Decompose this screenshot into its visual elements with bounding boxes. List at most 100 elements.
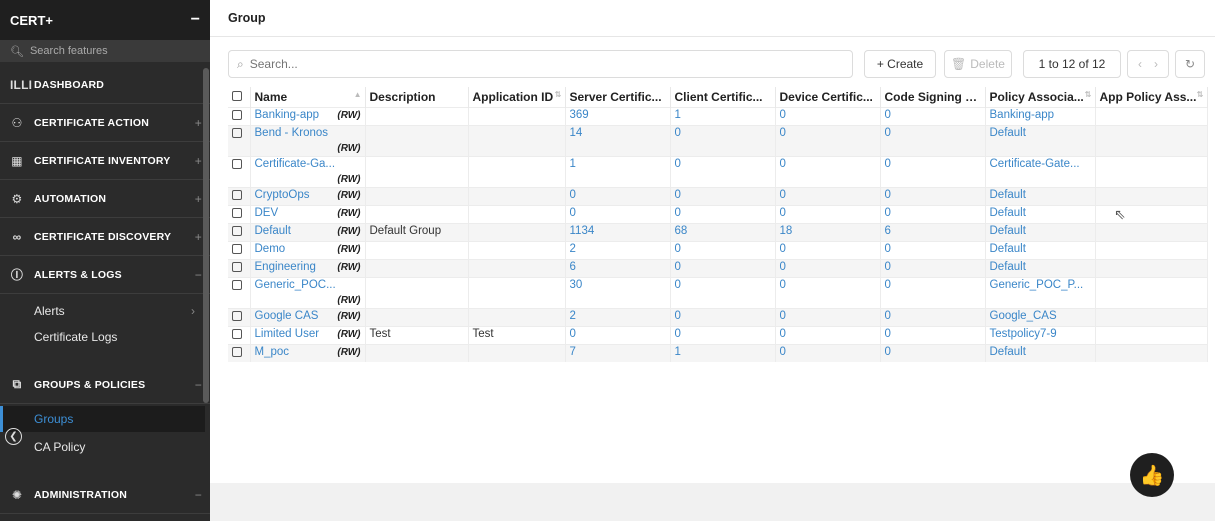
sidebar-scrollbar[interactable]: [203, 68, 209, 403]
cell-server[interactable]: 1: [565, 155, 671, 187]
cell-policy[interactable]: Default: [985, 204, 1096, 223]
cell-server[interactable]: 7: [565, 343, 671, 362]
cell-apppol[interactable]: [1095, 343, 1208, 362]
expand-toggle-icon[interactable]: −: [195, 378, 202, 392]
cell-policy[interactable]: Default: [985, 258, 1096, 277]
column-header-server-certificates[interactable]: Server Certific...: [565, 87, 671, 107]
row-checkbox[interactable]: [228, 222, 251, 241]
sidebar-section-groups-policies[interactable]: ⧉ GROUPS & POLICIES −: [0, 366, 210, 404]
cell-server[interactable]: 1134: [565, 222, 671, 241]
cell-policy[interactable]: Default: [985, 240, 1096, 259]
table-row[interactable]: CryptoOps (RW) 0 0 0 0 Default: [228, 186, 1208, 205]
row-checkbox[interactable]: [228, 186, 251, 205]
cell-client[interactable]: 1: [670, 106, 776, 125]
column-header-application-id[interactable]: Application ID ⇅: [468, 87, 566, 107]
cell-code[interactable]: 0: [880, 106, 986, 125]
row-checkbox[interactable]: [228, 258, 251, 277]
cell-device[interactable]: 18: [775, 222, 881, 241]
cell-code[interactable]: 0: [880, 343, 986, 362]
cell-device[interactable]: 0: [775, 307, 881, 326]
cell-code[interactable]: 0: [880, 204, 986, 223]
group-name-link[interactable]: Default: [255, 225, 291, 237]
feature-search-input[interactable]: Search features: [30, 45, 108, 57]
cell-server[interactable]: 14: [565, 124, 671, 156]
back-circle-icon[interactable]: ❮: [5, 428, 22, 445]
cell-server[interactable]: 0: [565, 186, 671, 205]
sidebar-item-groups[interactable]: Groups: [0, 406, 205, 432]
refresh-button[interactable]: ↻: [1175, 50, 1205, 78]
sidebar-section-certificate-action[interactable]: ⚇ CERTIFICATE ACTION +: [0, 104, 210, 142]
cell-device[interactable]: 0: [775, 325, 881, 344]
column-header-description[interactable]: Description: [365, 87, 469, 107]
table-row[interactable]: Bend - Kronos (RW) 14 0 0 0 Default: [228, 124, 1208, 156]
cell-code[interactable]: 0: [880, 307, 986, 326]
cell-apppol[interactable]: [1095, 325, 1208, 344]
expand-toggle-icon[interactable]: +: [195, 192, 202, 206]
column-header-policy-association[interactable]: Policy Associa... ⇅: [985, 87, 1096, 107]
cell-device[interactable]: 0: [775, 240, 881, 259]
sidebar-section-automation[interactable]: ⚙ AUTOMATION +: [0, 180, 210, 218]
cell-apppol[interactable]: [1095, 222, 1208, 241]
expand-toggle-icon[interactable]: −: [195, 268, 202, 282]
expand-toggle-icon[interactable]: +: [195, 230, 202, 244]
cell-code[interactable]: 0: [880, 276, 986, 308]
row-checkbox[interactable]: [228, 276, 251, 308]
cell-client[interactable]: 0: [670, 155, 776, 187]
cell-policy[interactable]: Generic_POC_P...: [985, 276, 1096, 308]
cell-code[interactable]: 0: [880, 186, 986, 205]
row-checkbox[interactable]: [228, 325, 251, 344]
cell-code[interactable]: 0: [880, 325, 986, 344]
cell-policy[interactable]: Default: [985, 124, 1096, 156]
feedback-thumbs-up-icon[interactable]: 👍: [1130, 453, 1174, 497]
row-checkbox[interactable]: [228, 240, 251, 259]
table-row[interactable]: Certificate-Ga... (RW) 1 0 0 0 Certificate-Gat…: [228, 155, 1208, 187]
table-row[interactable]: M_poc (RW) 7 1 0 0 Default: [228, 343, 1208, 362]
table-row[interactable]: Limited User (RW) Test Test 0 0 0 0 Testpolicy7-…: [228, 325, 1208, 344]
cell-device[interactable]: 0: [775, 106, 881, 125]
cell-code[interactable]: 0: [880, 155, 986, 187]
group-name-link[interactable]: Demo: [255, 243, 286, 255]
cell-client[interactable]: 68: [670, 222, 776, 241]
row-checkbox[interactable]: [228, 155, 251, 187]
group-name-link[interactable]: CryptoOps: [255, 189, 310, 201]
table-row[interactable]: DEV (RW) 0 0 0 0 Default: [228, 204, 1208, 223]
table-row[interactable]: Banking-app (RW) 369 1 0 0 Banking-app: [228, 106, 1208, 125]
cell-code[interactable]: 6: [880, 222, 986, 241]
cell-apppol[interactable]: [1095, 155, 1208, 187]
sidebar-item-ca-policy[interactable]: CA Policy: [0, 434, 205, 460]
cell-apppol[interactable]: [1095, 240, 1208, 259]
sidebar-item-certificate-logs[interactable]: Certificate Logs: [0, 324, 205, 350]
cell-apppol[interactable]: [1095, 307, 1208, 326]
cell-policy[interactable]: Certificate-Gate...: [985, 155, 1096, 187]
sidebar-item-alerts[interactable]: Alerts ›: [0, 298, 205, 324]
cell-apppol[interactable]: [1095, 186, 1208, 205]
row-checkbox[interactable]: [228, 343, 251, 362]
cell-server[interactable]: 2: [565, 240, 671, 259]
cell-client[interactable]: 0: [670, 276, 776, 308]
group-name-link[interactable]: Google CAS: [255, 310, 319, 322]
collapse-sidebar-button[interactable]: −: [191, 11, 200, 29]
cell-device[interactable]: 0: [775, 155, 881, 187]
cell-policy[interactable]: Default: [985, 343, 1096, 362]
cell-client[interactable]: 0: [670, 124, 776, 156]
row-checkbox[interactable]: [228, 106, 251, 125]
group-name-link[interactable]: Engineering: [255, 261, 316, 273]
cell-device[interactable]: 0: [775, 204, 881, 223]
table-row[interactable]: Demo (RW) 2 0 0 0 Default: [228, 240, 1208, 259]
group-name-link[interactable]: Limited User: [255, 328, 320, 340]
table-row[interactable]: Generic_POC... (RW) 30 0 0 0 Generic_POC_P...: [228, 276, 1208, 308]
cell-client[interactable]: 0: [670, 204, 776, 223]
cell-apppol[interactable]: [1095, 258, 1208, 277]
cell-server[interactable]: 369: [565, 106, 671, 125]
table-row[interactable]: Engineering (RW) 6 0 0 0 Default: [228, 258, 1208, 277]
column-header-code-signing[interactable]: Code Signing C...: [880, 87, 986, 107]
table-row[interactable]: Google CAS (RW) 2 0 0 0 Google_CAS: [228, 307, 1208, 326]
group-name-link[interactable]: Certificate-Ga...: [255, 158, 336, 170]
cell-apppol[interactable]: [1095, 276, 1208, 308]
group-search[interactable]: ⌕: [228, 50, 853, 78]
sidebar-section-certificate-inventory[interactable]: ▦ CERTIFICATE INVENTORY +: [0, 142, 210, 180]
cell-apppol[interactable]: [1095, 204, 1208, 223]
cell-server[interactable]: 0: [565, 325, 671, 344]
next-page-button[interactable]: ›: [1154, 57, 1158, 71]
cell-policy[interactable]: Default: [985, 222, 1096, 241]
